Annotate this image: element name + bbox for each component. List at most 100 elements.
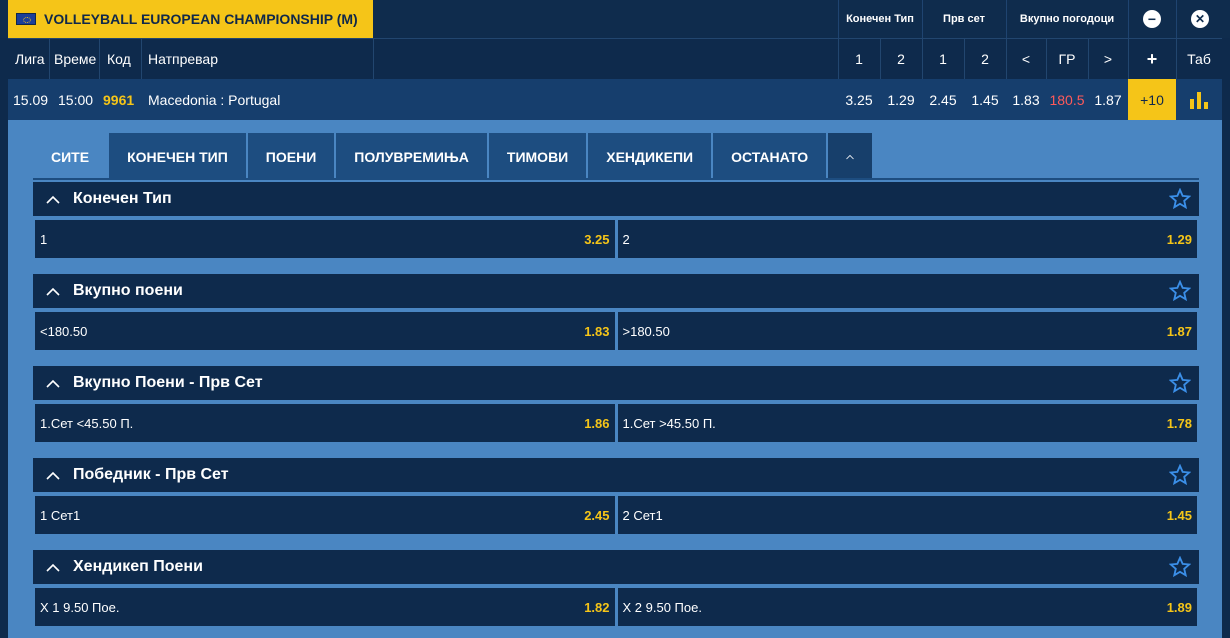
match-time: 15:00 — [58, 91, 94, 108]
odd-button[interactable]: >180.50 1.87 — [617, 312, 1197, 350]
bar-chart-icon — [1190, 91, 1208, 109]
odd-set-2[interactable]: 1.45 — [964, 79, 1006, 120]
chevron-up-icon — [846, 154, 854, 159]
odd-button[interactable]: Х 1 9.50 Пое. 1.82 — [35, 588, 615, 626]
market-title: Конечен Тип — [73, 190, 172, 207]
odd-label: Х 1 9.50 Пое. — [40, 599, 120, 615]
tab-teams[interactable]: ТИМОВИ — [488, 133, 589, 180]
odd-label: Х 2 9.50 Пое. — [622, 599, 702, 615]
tabs-underline — [33, 178, 1199, 180]
col-league: Лига — [15, 51, 45, 67]
col-under: < — [1021, 51, 1031, 67]
column-header-row: Лига Време Код Натпревар 1 2 1 2 < ГР > … — [8, 38, 1222, 79]
odd-value: 1.87 — [1166, 323, 1192, 339]
market-section: Вкупно поени <180.50 1.83 >180.50 1.87 — [33, 274, 1199, 350]
market-header[interactable]: Вкупно поени — [33, 274, 1199, 308]
tab-points[interactable]: ПОЕНИ — [247, 133, 337, 180]
star-icon[interactable] — [1169, 556, 1191, 578]
col-plus: + — [1146, 48, 1158, 69]
market-odds-row: 1 Сет1 2.45 2 Сет1 1.45 — [33, 492, 1199, 534]
odd-over[interactable]: 1.87 — [1088, 79, 1128, 120]
group-total-points: Вкупно погодоци — [1019, 13, 1115, 25]
market-header[interactable]: Вкупно Поени - Прв Сет — [33, 366, 1199, 400]
col-tab: Таб — [1187, 51, 1211, 67]
match-name[interactable]: Macedonia : Portugal — [148, 79, 280, 120]
col-match: Натпревар — [148, 51, 219, 67]
close-button[interactable]: ✕ — [1176, 0, 1224, 38]
chevron-up-icon[interactable] — [33, 563, 73, 572]
market-section: Конечен Тип 1 3.25 2 1.29 — [33, 182, 1199, 258]
tab-final-type[interactable]: КОНЕЧЕН ТИП — [109, 133, 248, 180]
odd-label: >180.50 — [622, 323, 670, 339]
odd-value: 1.45 — [1166, 507, 1192, 523]
odd-label: 1.Сет <45.50 П. — [40, 415, 134, 431]
odd-label: 2 — [622, 231, 630, 247]
odd-label: 1.Сет >45.50 П. — [622, 415, 716, 431]
odd-under[interactable]: 1.83 — [1006, 79, 1046, 120]
market-title: Вкупно Поени - Прв Сет — [73, 374, 263, 391]
tab-handicaps[interactable]: ХЕНДИКЕПИ — [588, 133, 714, 180]
chevron-up-icon[interactable] — [33, 195, 73, 204]
match-date: 15.09 — [13, 91, 49, 108]
market-odds-row: Х 1 9.50 Пое. 1.82 Х 2 9.50 Пое. 1.89 — [33, 584, 1199, 626]
league-header: VOLLEYBALL EUROPEAN CHAMPIONSHIP (M) Кон… — [0, 0, 1230, 38]
group-first-set: Прв сет — [943, 13, 985, 25]
minus-circle-icon: − — [1143, 10, 1161, 28]
star-icon[interactable] — [1169, 188, 1191, 210]
odd-label: 1 Сет1 — [40, 507, 81, 523]
odd-value: 1.82 — [584, 599, 610, 615]
tab-halves[interactable]: ПОЛУВРЕМИЊА — [336, 133, 489, 180]
europe-flag-icon — [16, 13, 36, 25]
star-icon[interactable] — [1169, 372, 1191, 394]
odd-final-2[interactable]: 1.29 — [880, 79, 922, 120]
star-icon[interactable] — [1169, 280, 1191, 302]
market-odds-row: 1 3.25 2 1.29 — [33, 216, 1199, 258]
odd-button[interactable]: <180.50 1.83 — [35, 312, 615, 350]
odd-final-1[interactable]: 3.25 — [838, 79, 880, 120]
odd-button[interactable]: 1.Сет <45.50 П. 1.86 — [35, 404, 615, 442]
group-final-type: Конечен Тип — [846, 13, 914, 25]
col-line: ГР — [1058, 51, 1076, 67]
chevron-up-icon[interactable] — [33, 471, 73, 480]
market-section: Вкупно Поени - Прв Сет 1.Сет <45.50 П. 1.… — [33, 366, 1199, 442]
close-circle-icon: ✕ — [1191, 10, 1209, 28]
market-header[interactable]: Хендикеп Поени — [33, 550, 1199, 584]
col-set-2: 2 — [981, 51, 989, 67]
more-markets-button[interactable]: +10 — [1128, 79, 1176, 120]
tab-other[interactable]: ОСТАНАТО — [713, 133, 829, 180]
odd-button[interactable]: Х 2 9.50 Пое. 1.89 — [617, 588, 1197, 626]
odd-button[interactable]: 1.Сет >45.50 П. 1.78 — [617, 404, 1197, 442]
market-title: Победник - Прв Сет — [73, 466, 229, 483]
col-code: Код — [107, 51, 131, 67]
odd-value: 1.83 — [584, 323, 610, 339]
collapse-tabs-button[interactable] — [828, 133, 875, 180]
odd-button[interactable]: 2 Сет1 1.45 — [617, 496, 1197, 534]
star-icon[interactable] — [1169, 464, 1191, 486]
league-title: VOLLEYBALL EUROPEAN CHAMPIONSHIP (M) — [44, 11, 358, 27]
market-odds-row: <180.50 1.83 >180.50 1.87 — [33, 308, 1199, 350]
odd-button[interactable]: 1 3.25 — [35, 220, 615, 258]
betting-screen: VOLLEYBALL EUROPEAN CHAMPIONSHIP (M) Кон… — [0, 0, 1230, 638]
odd-button[interactable]: 1 Сет1 2.45 — [35, 496, 615, 534]
league-title-bar[interactable]: VOLLEYBALL EUROPEAN CHAMPIONSHIP (M) — [8, 0, 373, 38]
odd-label: 2 Сет1 — [622, 507, 663, 523]
minimize-button[interactable]: − — [1128, 0, 1176, 38]
points-line: 180.5 — [1049, 91, 1085, 108]
market-title: Хендикеп Поени — [73, 558, 203, 575]
odd-value: 1.86 — [584, 415, 610, 431]
odd-button[interactable]: 2 1.29 — [617, 220, 1197, 258]
market-header[interactable]: Конечен Тип — [33, 182, 1199, 216]
col-set-1: 1 — [939, 51, 947, 67]
divider — [99, 39, 100, 79]
market-header[interactable]: Победник - Прв Сет — [33, 458, 1199, 492]
divider — [49, 39, 50, 79]
chevron-up-icon[interactable] — [33, 379, 73, 388]
col-over: > — [1103, 51, 1113, 67]
match-code: 9961 — [103, 91, 135, 108]
tab-all[interactable]: СИТЕ — [33, 133, 110, 180]
col-final-1: 1 — [855, 51, 863, 67]
match-row[interactable]: 15.09 15:00 9961 Macedonia : Portugal 3.… — [8, 79, 1222, 120]
stats-button[interactable] — [1176, 79, 1222, 120]
chevron-up-icon[interactable] — [33, 287, 73, 296]
odd-set-1[interactable]: 2.45 — [922, 79, 964, 120]
